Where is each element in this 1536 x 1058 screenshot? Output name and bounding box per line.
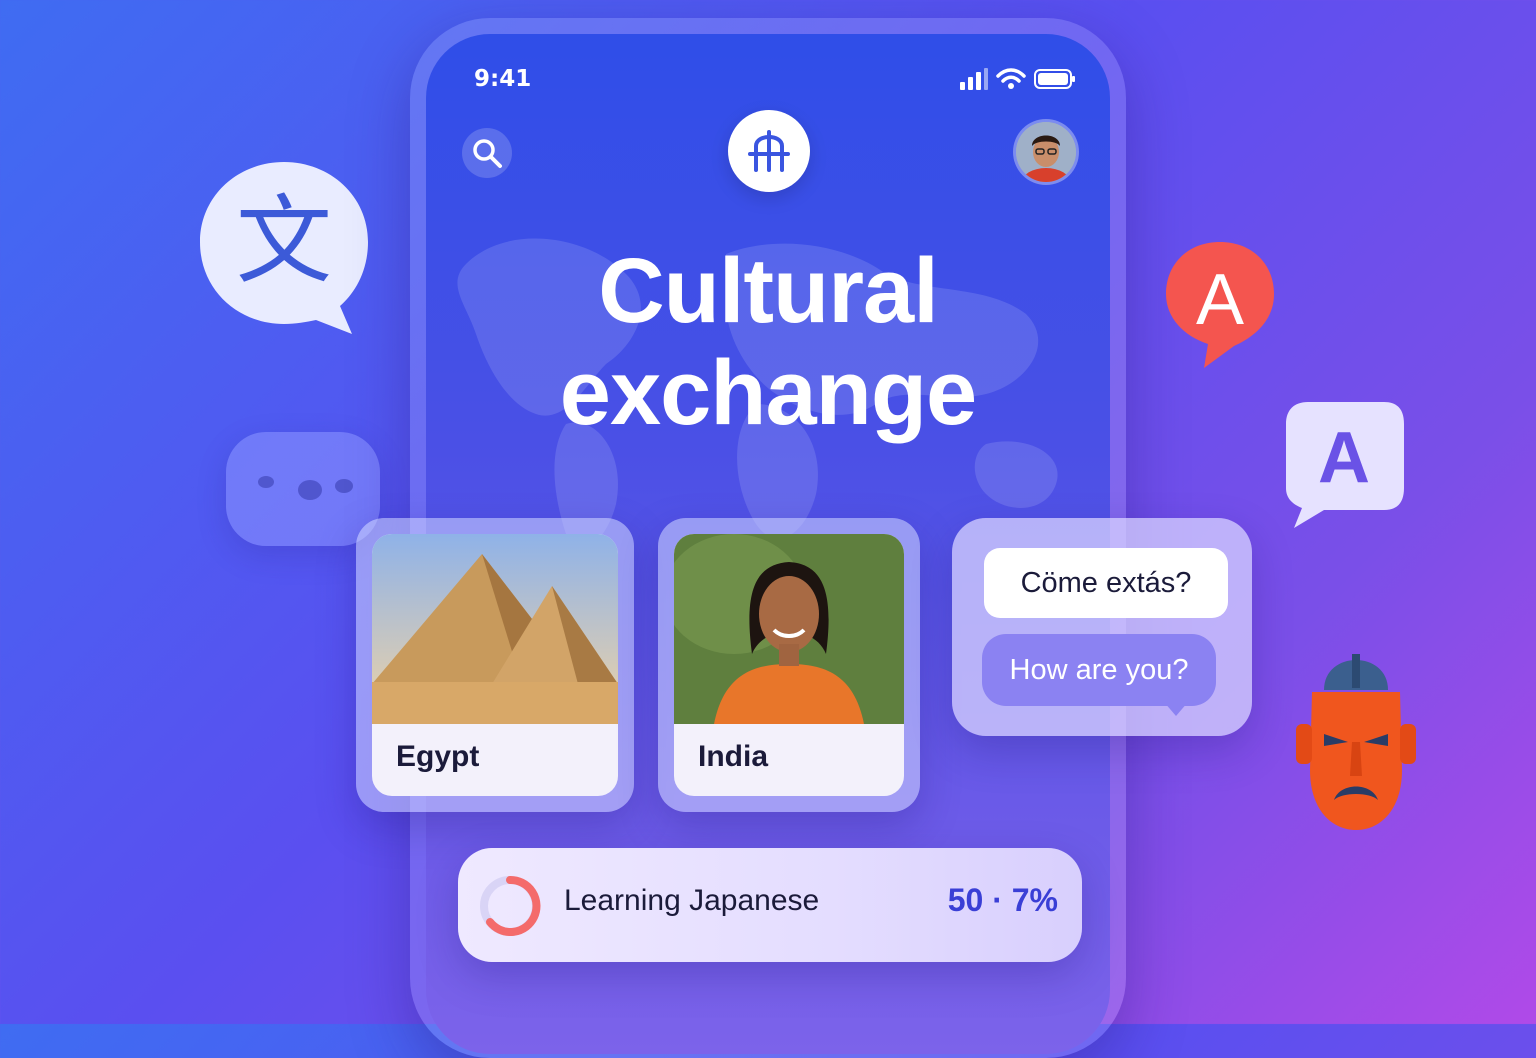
title-line-1: Cultural — [598, 240, 939, 342]
bubble-letter: A — [1318, 418, 1370, 498]
person-portrait-image — [674, 534, 904, 724]
message-tail — [1164, 702, 1188, 716]
search-icon — [473, 139, 502, 168]
search-button[interactable] — [462, 128, 512, 178]
progress-label: Learning Japanese — [564, 884, 820, 917]
wifi-icon — [996, 68, 1026, 89]
translate-bubble-icon: 文 — [200, 162, 368, 334]
wen-glyph: 文 — [236, 185, 332, 297]
signal-icon — [960, 68, 988, 90]
typing-bubble-icon — [226, 432, 380, 546]
letter-bubble-icon: A — [1284, 400, 1408, 530]
culture-card-india[interactable]: India — [658, 518, 920, 812]
letter-pin-icon: A — [1164, 240, 1276, 370]
user-avatar[interactable] — [1016, 122, 1076, 182]
message-original: Cöme extás? — [984, 548, 1228, 618]
pyramids-image — [372, 534, 618, 724]
card-label-egypt: Egypt — [396, 740, 480, 773]
learning-progress-card[interactable]: Learning Japanese 50 · 7% — [458, 848, 1082, 962]
message-translated: How are you? — [982, 634, 1216, 706]
title-line-2: exchange — [559, 342, 977, 444]
page-title: Cultural exchange — [430, 240, 1106, 444]
tribal-mask-icon — [1290, 650, 1422, 834]
card-label-india: India — [698, 740, 769, 773]
app-logo-button[interactable] — [728, 110, 810, 192]
battery-icon — [1034, 69, 1075, 89]
pin-letter: A — [1196, 260, 1244, 340]
status-time: 9:41 — [474, 66, 532, 92]
progress-value: 50 · 7% — [947, 882, 1058, 918]
culture-card-egypt[interactable]: Egypt — [356, 518, 634, 812]
progress-ring-icon — [480, 875, 541, 936]
translation-chat-card: Cöme extás? How are you? — [952, 518, 1252, 736]
app-logo-icon — [748, 130, 790, 172]
status-icons — [958, 68, 1076, 90]
